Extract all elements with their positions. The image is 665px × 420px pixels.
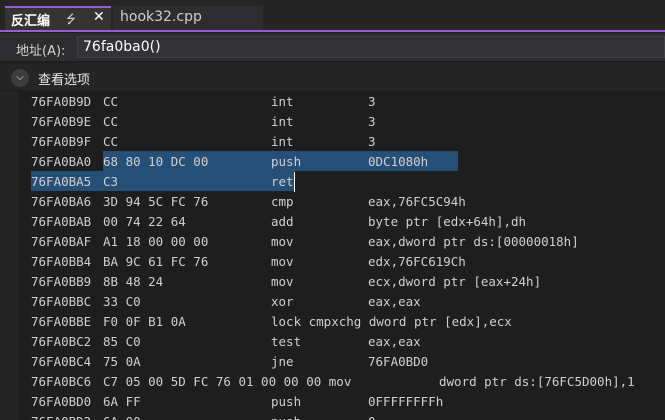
- instruction-address: 76FA0BA0: [31, 154, 92, 169]
- instruction-operands: eax,eax: [368, 334, 421, 349]
- disassembly-view[interactable]: 76FA0B9D CC int 3 76FA0B9E CC int 3 76FA0B9F CC in…: [18, 91, 665, 420]
- instruction-address: 76FA0BBC: [31, 294, 92, 309]
- tab-accent-line: [0, 30, 665, 32]
- instruction-bytes: 85 C0: [103, 334, 141, 349]
- instruction-bytes: BA 9C 61 FC 76: [103, 254, 209, 269]
- pin-icon[interactable]: ⭍: [66, 10, 76, 31]
- instruction-bytes: A1 18 00 00 00: [103, 234, 209, 249]
- instruction-address: 76FA0B9E: [31, 114, 92, 129]
- instruction-mnemonic: mov: [271, 234, 294, 249]
- instruction-operands: 3: [368, 94, 376, 109]
- disasm-line[interactable]: 76FA0BBC 33 C0 xor eax,eax: [18, 292, 665, 312]
- instruction-operands: 3: [368, 114, 376, 129]
- instruction-operands: 76FA0BD0: [368, 354, 429, 369]
- instruction-address: 76FA0BB9: [31, 274, 92, 289]
- instruction-mnemonic: ret: [271, 174, 294, 189]
- disasm-line[interactable]: 76FA0BC4 75 0A jne 76FA0BD0: [18, 352, 665, 372]
- disasm-line[interactable]: 76FA0BC2 85 C0 test eax,eax: [18, 332, 665, 352]
- instruction-address: 76FA0BD0: [31, 394, 92, 409]
- instruction-bytes: C3: [103, 174, 119, 189]
- instruction-mnemonic: lock cmpxchg dword ptr [edx],ecx: [271, 314, 512, 329]
- instruction-operands: eax,76FC5C94h: [368, 194, 466, 209]
- instruction-mnemonic: xor: [271, 294, 294, 309]
- instruction-operands: eax,dword ptr ds:[00000018h]: [368, 234, 579, 249]
- instruction-mnemonic: push: [271, 154, 302, 169]
- disasm-line[interactable]: 76FA0B9E CC int 3: [18, 112, 665, 132]
- instruction-mnemonic: mov: [271, 254, 294, 269]
- disasm-line[interactable]: 76FA0BAF A1 18 00 00 00 mov eax,dword ptr d…: [18, 232, 665, 252]
- disasm-line[interactable]: 76FA0BD2 6A 00 push 0: [18, 412, 665, 420]
- instruction-operands: ecx,dword ptr [eax+24h]: [368, 274, 542, 289]
- instruction-mnemonic: add: [271, 214, 294, 229]
- tab-hook32-cpp[interactable]: hook32.cpp: [113, 6, 263, 30]
- disasm-line[interactable]: 76FA0B9F CC int 3: [18, 132, 665, 152]
- instruction-bytes: CC: [103, 94, 119, 109]
- instruction-address: 76FA0BB4: [31, 254, 92, 269]
- instruction-address: 76FA0BAF: [31, 234, 92, 249]
- tab-label: hook32.cpp: [120, 9, 202, 25]
- disasm-line[interactable]: 76FA0BA0 68 80 10 DC 00 push 0DC1080h: [18, 152, 665, 172]
- disasm-line[interactable]: 76FA0BAB 00 74 22 64 add byte ptr [edx+64h]…: [18, 212, 665, 232]
- disasm-line[interactable]: 76FA0BA6 3D 94 5C FC 76 cmp eax,76FC5C94h: [18, 192, 665, 212]
- instruction-operands: 0: [368, 412, 376, 420]
- instruction-operands: edx,76FC619Ch: [368, 254, 466, 269]
- instruction-address: 76FA0BBE: [31, 314, 92, 329]
- instruction-bytes: C7 05 00 5D FC 76 01 00 00 00 mov: [103, 374, 352, 389]
- disasm-line[interactable]: 76FA0BC6 C7 05 00 5D FC 76 01 00 00 00 mo…: [18, 372, 665, 392]
- view-options-row[interactable]: ⌵ 查看选项: [0, 63, 665, 90]
- instruction-mnemonic: int: [271, 114, 294, 129]
- tab-disassembly[interactable]: 反汇编 ⭍ ✕: [5, 6, 111, 30]
- instruction-bytes: 6A 00: [103, 412, 141, 420]
- disasm-line[interactable]: 76FA0BBE F0 0F B1 0A lock cmpxchg dword pt…: [18, 312, 665, 332]
- instruction-mnemonic: push: [271, 412, 301, 420]
- instruction-mnemonic: cmp: [271, 194, 294, 209]
- instruction-operands: eax,eax: [368, 294, 421, 309]
- instruction-bytes: CC: [103, 114, 119, 129]
- close-icon[interactable]: ✕: [93, 9, 105, 25]
- instruction-bytes: 33 C0: [103, 294, 141, 309]
- instruction-address: 76FA0BC2: [31, 334, 92, 349]
- instruction-operands: byte ptr [edx+64h],dh: [368, 214, 527, 229]
- instruction-bytes: 00 74 22 64: [103, 214, 186, 229]
- address-bar: 地址(A): 76fa0ba0(): [0, 33, 665, 61]
- disasm-line[interactable]: 76FA0B9D CC int 3: [18, 92, 665, 112]
- instruction-bytes: 75 0A: [103, 354, 141, 369]
- disasm-line[interactable]: 76FA0BB9 8B 48 24 mov ecx,dword ptr [eax+24…: [18, 272, 665, 292]
- instruction-bytes: 8B 48 24: [103, 274, 164, 289]
- instruction-address: 76FA0BC4: [31, 354, 92, 369]
- view-options-label: 查看选项: [38, 73, 91, 88]
- instruction-mnemonic: int: [271, 134, 294, 149]
- tab-label: 反汇编: [11, 14, 51, 29]
- instruction-address: 76FA0BC6: [31, 374, 92, 389]
- instruction-bytes: CC: [103, 134, 119, 149]
- gutter: [0, 91, 18, 420]
- instruction-mnemonic: push: [271, 394, 302, 409]
- instruction-operands: dword ptr ds:[76FC5D00h],1: [439, 374, 635, 389]
- instruction-address: 76FA0BAB: [31, 214, 92, 229]
- instruction-operands: 0DC1080h: [368, 154, 429, 169]
- instruction-operands: 0FFFFFFFFh: [368, 394, 444, 409]
- instruction-mnemonic: mov: [271, 274, 294, 289]
- instruction-mnemonic: int: [271, 94, 294, 109]
- instruction-address: 76FA0B9D: [31, 94, 92, 109]
- tab-strip: 反汇编 ⭍ ✕ hook32.cpp: [0, 0, 665, 32]
- instruction-bytes: 68 80 10 DC 00: [103, 154, 209, 169]
- disasm-line[interactable]: 76FA0BD0 6A FF push 0FFFFFFFFh: [18, 392, 665, 412]
- chevron-down-icon[interactable]: ⌵: [11, 69, 29, 87]
- address-label: 地址(A):: [16, 44, 66, 59]
- disasm-line[interactable]: 76FA0BA5 C3 ret: [18, 172, 665, 192]
- instruction-mnemonic: jne: [271, 354, 294, 369]
- instruction-address: 76FA0B9F: [31, 134, 92, 149]
- instruction-bytes: 3D 94 5C FC 76: [103, 194, 209, 209]
- instruction-address: 76FA0BD2: [31, 412, 91, 420]
- instruction-bytes: F0 0F B1 0A: [103, 314, 186, 329]
- address-input[interactable]: 76fa0ba0(): [77, 36, 665, 58]
- text-caret: [294, 172, 295, 192]
- instruction-address: 76FA0BA5: [31, 174, 92, 189]
- instruction-address: 76FA0BA6: [31, 194, 92, 209]
- instruction-operands: 3: [368, 134, 376, 149]
- disasm-line[interactable]: 76FA0BB4 BA 9C 61 FC 76 mov edx,76FC619Ch: [18, 252, 665, 272]
- instruction-mnemonic: test: [271, 334, 302, 349]
- instruction-bytes: 6A FF: [103, 394, 141, 409]
